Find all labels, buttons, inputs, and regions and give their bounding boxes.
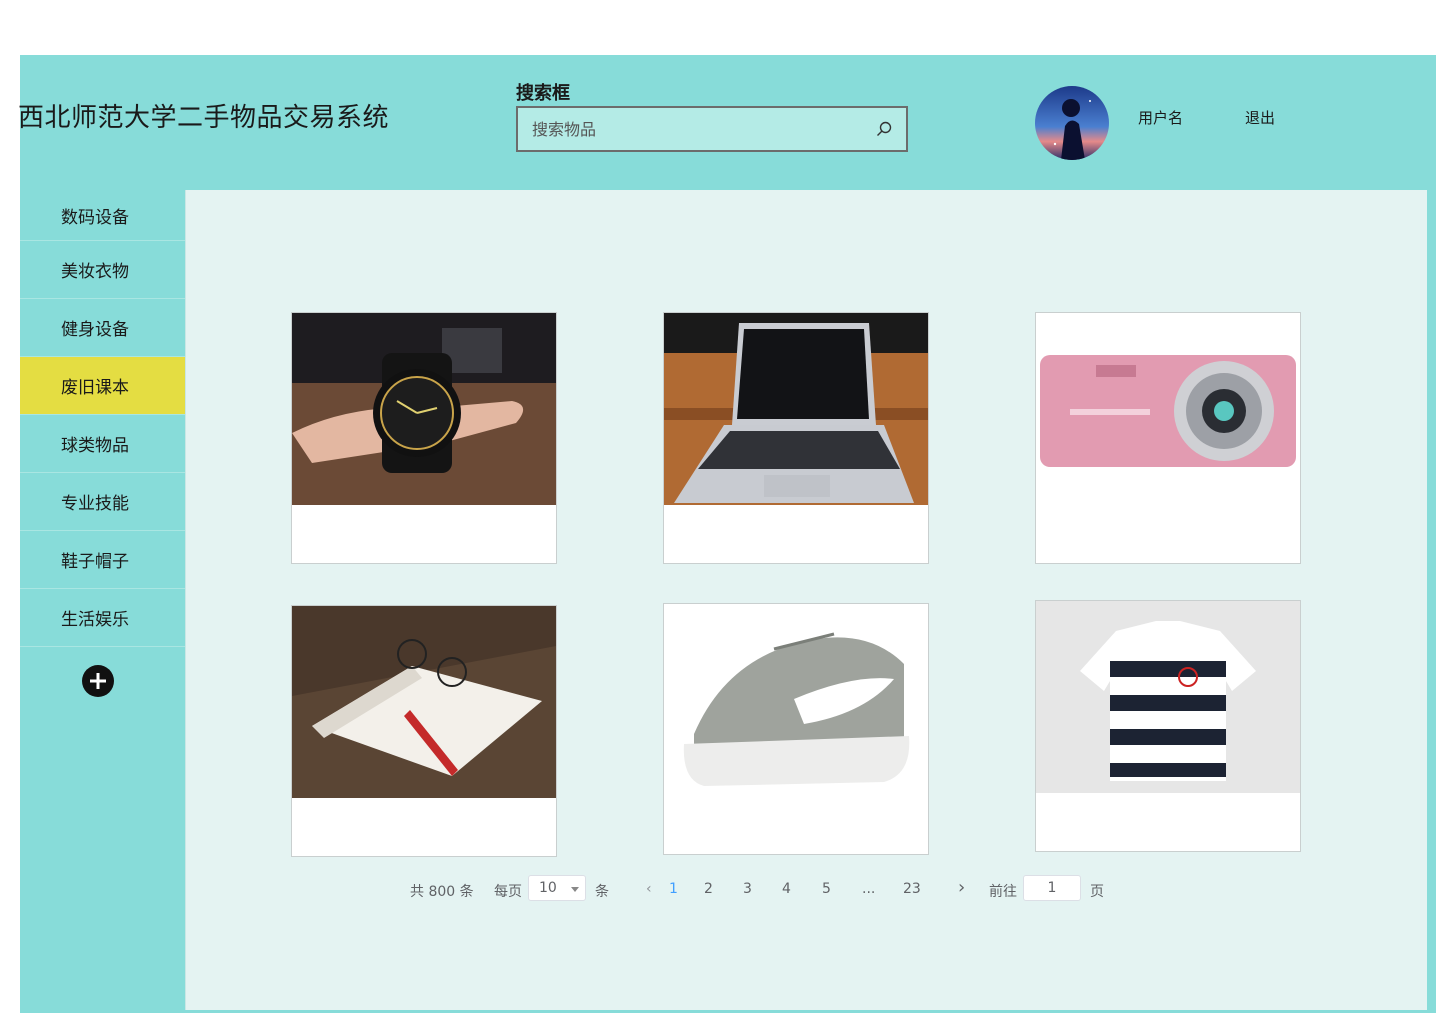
watch-photo [292,313,556,505]
sidebar-item-shoes-hats[interactable]: 鞋子帽子 [20,531,185,589]
sidebar-item-skills[interactable]: 专业技能 [20,473,185,531]
pagination-total: 共 800 条 [410,884,474,900]
page-number[interactable]: 1 [669,881,678,897]
sidebar-item-fitness[interactable]: 健身设备 [20,299,185,357]
product-card[interactable] [663,312,929,564]
search-label: 搜索框 [516,83,570,104]
page-number[interactable]: 4 [782,881,791,897]
card-caption [664,505,928,563]
camera-photo [1036,313,1300,505]
category-sidebar: 数码设备 美妆衣物 健身设备 废旧课本 球类物品 专业技能 鞋子帽子 生活娱乐 [20,190,185,697]
page-number[interactable]: 3 [743,881,752,897]
book-photo [292,606,556,798]
product-card[interactable] [663,603,929,855]
header: 西北师范大学二手物品交易系统 搜索框 搜索物品 用户名 退出 [18,55,1436,190]
per-page-select[interactable]: 10 [528,875,586,901]
sidebar-item-balls[interactable]: 球类物品 [20,415,185,473]
chevron-right-icon[interactable]: › [958,877,965,898]
per-page-unit: 条 [595,884,609,900]
product-card[interactable] [291,605,557,857]
page-ellipsis[interactable]: ... [862,881,875,897]
per-page-value: 10 [539,880,557,896]
goto-unit: 页 [1090,884,1104,900]
polo-shirt-photo [1036,601,1300,793]
site-title: 西北师范大学二手物品交易系统 [18,103,390,133]
product-card[interactable] [1035,312,1301,564]
search-input[interactable] [518,108,872,150]
sidebar-item-beauty-clothing[interactable]: 美妆衣物 [20,241,185,299]
pagination: 共 800 条 每页 10 条 ‹ 1 2 3 4 5 ... 23 › 前往 … [410,875,1170,905]
card-caption [1036,505,1300,563]
logout-button[interactable]: 退出 [1245,107,1275,128]
goto-page-input[interactable]: 1 [1023,875,1081,901]
username-label[interactable]: 用户名 [1138,107,1183,128]
product-grid: 共 800 条 每页 10 条 ‹ 1 2 3 4 5 ... 23 › 前往 … [185,190,1427,1010]
sidebar-item-used-textbooks[interactable]: 废旧课本 [20,357,185,415]
avatar[interactable] [1035,86,1109,160]
sneaker-photo [664,604,928,796]
card-caption [1036,793,1300,851]
card-caption [292,798,556,856]
product-card[interactable] [291,312,557,564]
chevron-left-icon[interactable]: ‹ [646,881,652,897]
laptop-photo [664,313,928,505]
sidebar-item-entertainment[interactable]: 生活娱乐 [20,589,185,647]
search-icon[interactable] [876,121,892,137]
product-card[interactable] [1035,600,1301,852]
search-box [516,106,908,152]
app-shell: 西北师范大学二手物品交易系统 搜索框 搜索物品 用户名 退出 数码设备 美妆衣物… [18,55,1436,1013]
plus-circle-icon[interactable] [82,665,114,697]
page-number[interactable]: 2 [704,881,713,897]
sidebar-item-digital[interactable]: 数码设备 [20,190,185,241]
per-page-label: 每页 [494,884,522,900]
card-caption [664,796,928,854]
page-number[interactable]: 5 [822,881,831,897]
page-number[interactable]: 23 [903,881,921,897]
card-caption [292,505,556,563]
goto-label: 前往 [989,884,1017,900]
chevron-down-icon [571,887,579,892]
